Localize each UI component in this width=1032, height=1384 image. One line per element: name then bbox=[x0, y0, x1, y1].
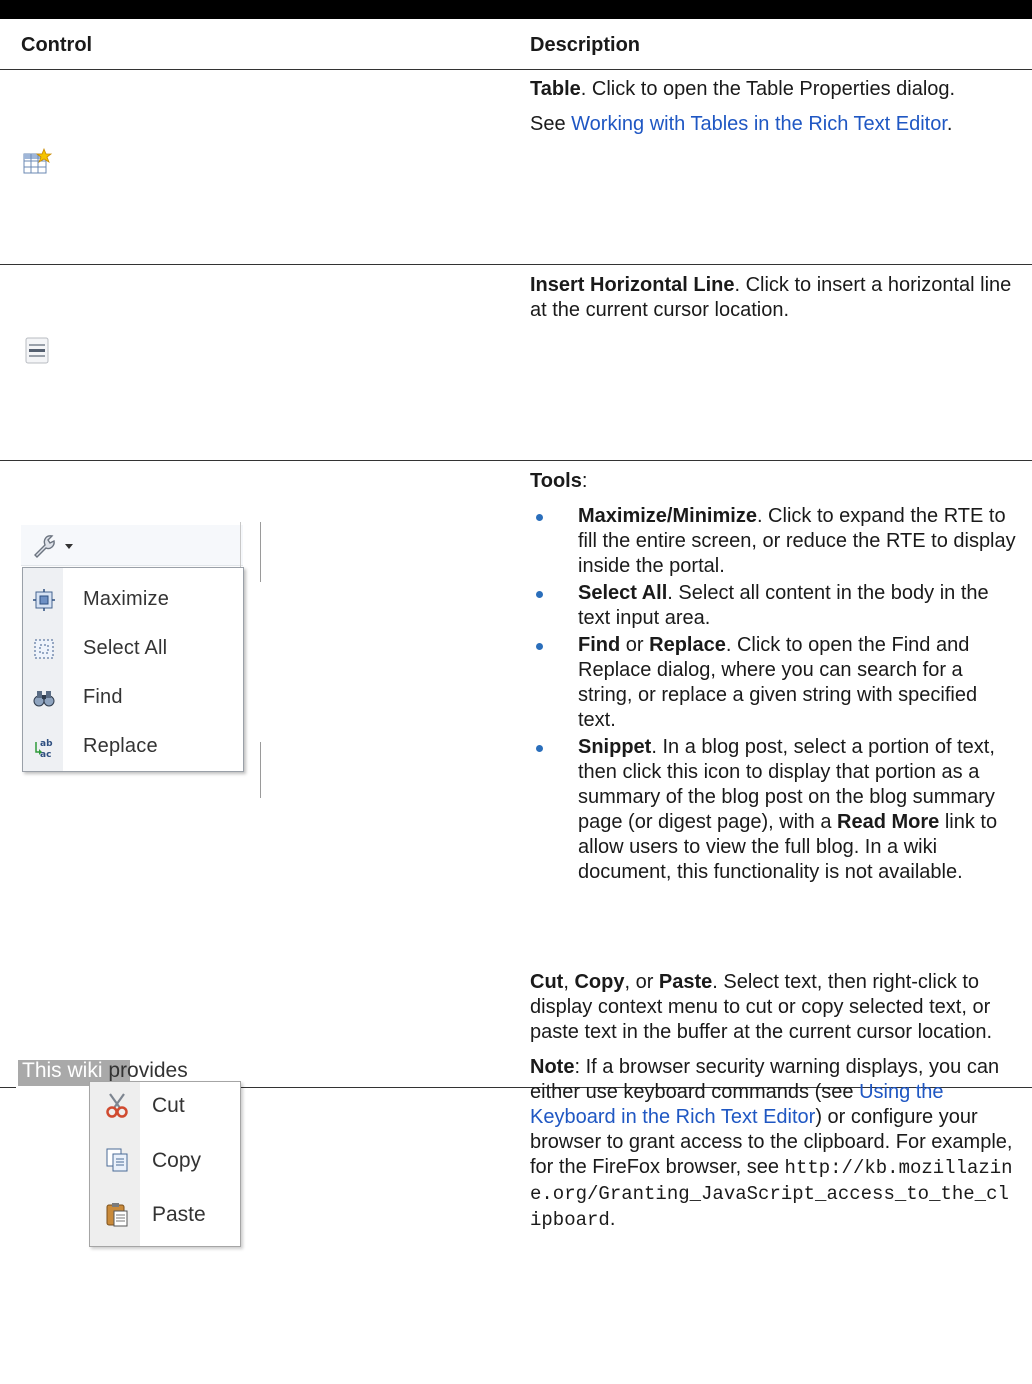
clipboard-description: Cut, Copy, or Paste. Select text, then r… bbox=[530, 970, 1020, 1243]
table-see: See bbox=[530, 113, 572, 135]
editor-border bbox=[260, 742, 261, 798]
binoculars-icon bbox=[33, 687, 55, 709]
copy-icon bbox=[104, 1147, 130, 1173]
cut-title: Cut bbox=[530, 971, 564, 993]
header-rule bbox=[0, 69, 1032, 70]
bullet-title: Replace bbox=[649, 634, 726, 656]
bullet-title: Maximize/Minimize bbox=[578, 505, 757, 527]
row-rule bbox=[0, 460, 1032, 461]
tools-colon: : bbox=[581, 470, 588, 492]
bullet-title: Select All bbox=[578, 582, 668, 604]
horizontal-line-icon bbox=[23, 336, 53, 366]
menu-item-replace[interactable]: ab ac Replace bbox=[23, 727, 243, 767]
hr-description: Insert Horizontal Line. Click to insert … bbox=[530, 273, 1020, 333]
table-text: . Click to open the Table Properties dia… bbox=[580, 78, 956, 100]
bullet-select-all: Select All. Select all content in the bo… bbox=[530, 581, 1020, 631]
paste-title: Paste bbox=[658, 971, 713, 993]
tools-description: Tools: Maximize/Minimize. Click to expan… bbox=[530, 469, 1020, 887]
sample-text: This wiki provides bbox=[22, 1059, 188, 1083]
unselected-text: provides bbox=[102, 1059, 188, 1082]
paste-icon bbox=[104, 1201, 130, 1227]
bullet-text: or bbox=[620, 634, 650, 656]
menu-item-label: Replace bbox=[83, 735, 158, 757]
svg-text:ac: ac bbox=[40, 750, 51, 758]
copy-title: Copy bbox=[574, 971, 625, 993]
table-end: . bbox=[946, 113, 953, 135]
selected-text: This wiki bbox=[22, 1059, 103, 1082]
svg-text:ab: ab bbox=[40, 739, 53, 749]
tools-title: Tools bbox=[530, 470, 582, 492]
table-description: Table. Click to open the Table Propertie… bbox=[530, 77, 1020, 147]
table-properties-icon bbox=[23, 147, 53, 176]
menu-item-label: Cut bbox=[152, 1094, 185, 1117]
menu-item-paste[interactable]: Paste bbox=[90, 1197, 240, 1237]
maximize-icon bbox=[33, 589, 55, 611]
note-label: Note bbox=[530, 1056, 575, 1078]
table-title: Table bbox=[530, 78, 581, 100]
hr-title: Insert Horizontal Line bbox=[530, 274, 735, 296]
toolbar-divider bbox=[240, 522, 241, 570]
context-menu-screenshot: This wiki provides Cut Copy Paste bbox=[16, 1055, 241, 1248]
tools-menu-screenshot: Maximize Select All Find ab ac Replace bbox=[18, 522, 370, 798]
tools-bullet-list: Maximize/Minimize. Click to expand the R… bbox=[530, 504, 1020, 885]
tools-toolbar bbox=[21, 525, 243, 566]
bullet-title: Snippet bbox=[578, 736, 652, 758]
menu-item-copy[interactable]: Copy bbox=[90, 1143, 240, 1183]
menu-item-label: Paste bbox=[152, 1203, 206, 1226]
bullet-find-replace: Find or Replace. Click to open the Find … bbox=[530, 633, 1020, 733]
wrench-icon[interactable] bbox=[31, 533, 79, 564]
menu-item-cut[interactable]: Cut bbox=[90, 1088, 240, 1128]
editor-border bbox=[260, 522, 261, 582]
row-rule bbox=[0, 264, 1032, 265]
separator: , bbox=[563, 971, 575, 993]
scissors-icon bbox=[104, 1092, 130, 1118]
note-end: . bbox=[609, 1208, 616, 1230]
bullet-snippet: Snippet. In a blog post, select a portio… bbox=[530, 735, 1020, 885]
menu-item-label: Find bbox=[83, 686, 123, 708]
select-all-icon bbox=[33, 638, 55, 660]
menu-item-find[interactable]: Find bbox=[23, 678, 243, 718]
menu-item-label: Copy bbox=[152, 1149, 202, 1172]
bullet-title: Read More bbox=[837, 811, 940, 833]
bullet-title: Find bbox=[578, 634, 621, 656]
menu-item-label: Maximize bbox=[83, 588, 170, 610]
bullet-maximize: Maximize/Minimize. Click to expand the R… bbox=[530, 504, 1020, 579]
top-border-bar bbox=[0, 0, 1032, 19]
tools-dropdown-menu: Maximize Select All Find ab ac Replace bbox=[22, 567, 244, 772]
header-description: Description bbox=[530, 34, 641, 56]
menu-item-select-all[interactable]: Select All bbox=[23, 629, 243, 669]
menu-item-maximize[interactable]: Maximize bbox=[23, 580, 243, 620]
header-control: Control bbox=[21, 34, 93, 56]
replace-icon: ab ac bbox=[33, 736, 55, 760]
menu-item-label: Select All bbox=[83, 637, 168, 659]
tables-link[interactable]: Working with Tables in the Rich Text Edi… bbox=[571, 113, 947, 135]
separator: , or bbox=[624, 971, 659, 993]
context-menu: Cut Copy Paste bbox=[89, 1081, 241, 1247]
